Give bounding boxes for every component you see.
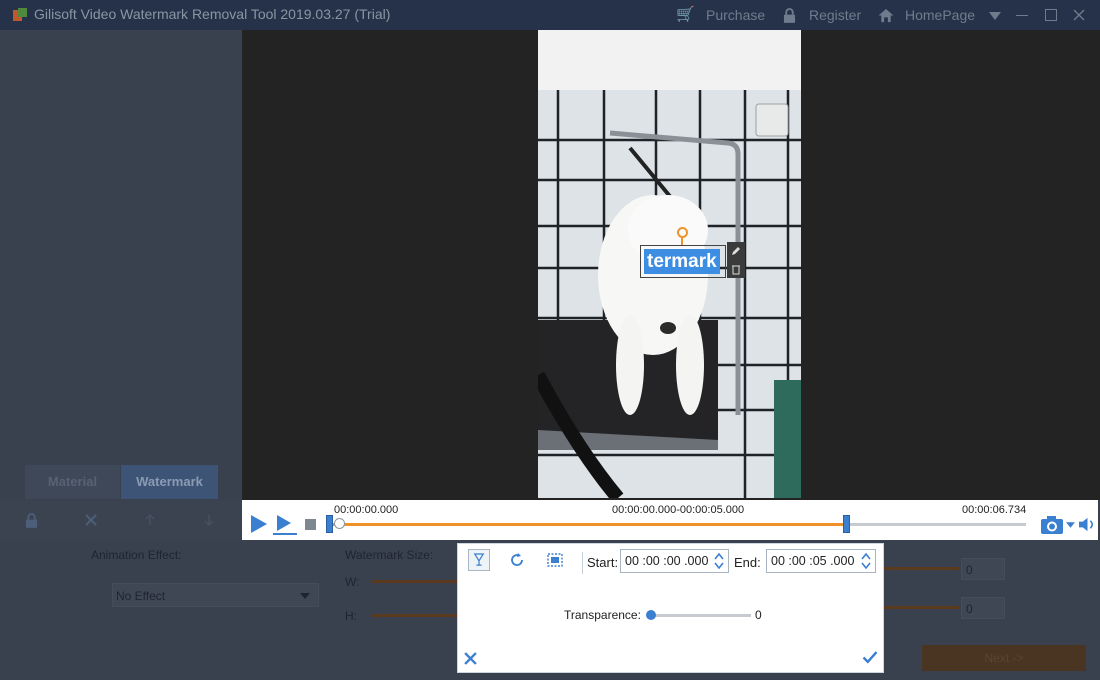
watermark-text: termark — [644, 249, 720, 274]
w-label: W: — [345, 575, 360, 589]
end-time-stepper[interactable] — [861, 552, 871, 570]
chevron-down-icon — [300, 593, 310, 599]
end-time-value: 00 :00 :05 .000 — [771, 554, 855, 568]
start-time-value: 00 :00 :00 .000 — [625, 554, 709, 568]
w-slider-right[interactable] — [884, 567, 959, 570]
transparence-label: Transparence: — [564, 608, 641, 622]
selected-range: 00:00:00.000-00:00:05.000 — [612, 504, 745, 516]
play-segment-icon[interactable] — [273, 513, 297, 535]
timeline-selected-range — [330, 523, 847, 526]
lock-icon[interactable] — [783, 8, 796, 23]
rotate-handle-line — [681, 238, 683, 245]
h-value: 0 — [966, 602, 973, 616]
transparence-value: 0 — [755, 608, 762, 622]
delete-trash-icon[interactable] — [730, 263, 742, 275]
end-time-input[interactable]: 00 :00 :05 .000 — [766, 549, 876, 573]
move-down-icon[interactable] — [203, 514, 215, 526]
start-time-stepper[interactable] — [714, 552, 724, 570]
lock-icon[interactable] — [25, 513, 38, 528]
chevron-down-icon[interactable] — [1066, 522, 1075, 528]
maximize-button[interactable] — [1045, 9, 1057, 21]
rotate-handle-icon[interactable] — [677, 227, 688, 238]
range-end-handle[interactable] — [843, 515, 851, 533]
move-up-icon[interactable] — [144, 514, 156, 526]
transparence-slider[interactable] — [646, 610, 751, 620]
animation-effect-select[interactable]: No Effect — [112, 583, 319, 607]
animation-effect-value: No Effect — [116, 589, 166, 603]
end-label: End: — [734, 555, 761, 570]
title-bar: Gilisoft Video Watermark Removal Tool 20… — [0, 0, 1100, 30]
h-label: H: — [345, 609, 357, 623]
close-window-button[interactable] — [1073, 9, 1085, 21]
range-start-handle[interactable] — [326, 515, 333, 533]
w-slider[interactable] — [372, 580, 457, 583]
tab-material[interactable]: Material — [25, 465, 120, 499]
camera-icon[interactable] — [1040, 515, 1064, 535]
volume-icon[interactable] — [1078, 516, 1097, 533]
h-slider[interactable] — [372, 614, 457, 617]
register-link[interactable]: Register — [809, 7, 861, 23]
chevron-down-icon[interactable] — [989, 12, 1001, 20]
rotate-icon[interactable] — [509, 552, 525, 568]
transparence-slider-thumb[interactable] — [646, 610, 656, 620]
start-time-input[interactable]: 00 :00 :00 .000 — [620, 549, 729, 573]
play-icon[interactable] — [250, 514, 268, 534]
tab-watermark[interactable]: Watermark — [121, 465, 218, 499]
current-time: 00:00:00.000 — [334, 504, 399, 516]
watermark-size-label: Watermark Size: — [345, 548, 434, 562]
start-label: Start: — [587, 555, 619, 570]
stop-icon[interactable] — [305, 519, 316, 530]
watermark-type-button[interactable] — [468, 549, 490, 571]
cart-icon[interactable]: 🛒 — [676, 5, 695, 23]
window-title: Gilisoft Video Watermark Removal Tool 20… — [34, 6, 391, 22]
remove-icon[interactable] — [85, 514, 97, 526]
watermark-tools — [727, 242, 745, 278]
w-value: 0 — [966, 563, 973, 577]
home-icon[interactable] — [877, 8, 895, 23]
fit-frame-icon[interactable] — [546, 552, 564, 568]
h-slider-right[interactable] — [884, 606, 959, 609]
toolbar-divider — [582, 552, 583, 574]
timeline-track[interactable] — [326, 515, 1026, 533]
confirm-check-icon[interactable] — [862, 651, 878, 664]
next-button-label: Next -> — [984, 651, 1024, 665]
playhead[interactable] — [334, 518, 345, 529]
material-panel — [0, 30, 242, 500]
w-spinner[interactable]: 0 — [961, 558, 1005, 580]
watermark-selection-box[interactable]: termark — [640, 245, 726, 278]
watermark-time-dialog: Start: 00 :00 :00 .000 End: 00 :00 :05 .… — [457, 543, 884, 673]
goblet-icon — [473, 553, 485, 566]
homepage-link[interactable]: HomePage — [905, 7, 975, 23]
animation-effect-label: Animation Effect: — [91, 548, 182, 562]
total-time: 00:00:06.734 — [962, 504, 1027, 516]
h-spinner[interactable]: 0 — [961, 597, 1005, 619]
purchase-link[interactable]: Purchase — [706, 7, 765, 23]
minimize-button[interactable] — [1016, 15, 1028, 16]
next-button[interactable]: Next -> — [922, 645, 1086, 671]
edit-pencil-icon[interactable] — [730, 245, 742, 257]
app-logo-icon — [13, 8, 27, 21]
cancel-icon[interactable] — [464, 652, 477, 665]
